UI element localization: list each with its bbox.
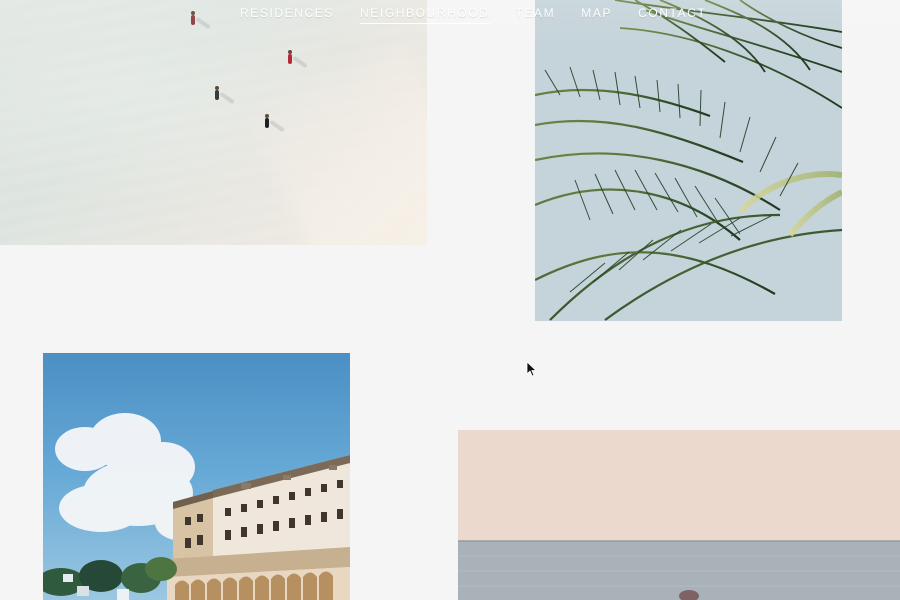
arch	[223, 577, 237, 600]
hotel-photo	[43, 353, 350, 600]
window	[225, 508, 231, 516]
arch	[287, 573, 301, 600]
arch	[303, 572, 317, 600]
chimney	[241, 483, 251, 489]
small-house	[77, 586, 89, 596]
beach-person-body	[288, 54, 292, 64]
arch	[319, 571, 333, 600]
window	[241, 527, 247, 537]
palm-sky	[535, 0, 842, 321]
beach-person-body	[265, 118, 269, 128]
nav-item-neighbourhood[interactable]: NEIGHBOURHOOD	[360, 6, 490, 24]
beach-person	[263, 114, 285, 133]
arch	[207, 578, 221, 600]
chimney	[283, 475, 291, 480]
window	[225, 530, 231, 540]
window	[185, 538, 191, 548]
beach-person-body	[191, 15, 195, 25]
chimney	[329, 465, 337, 470]
beach-person	[213, 86, 235, 105]
nav-item-residences[interactable]: RESIDENCES	[240, 6, 334, 24]
beach-photo	[0, 0, 427, 245]
sunset-sky	[458, 430, 900, 541]
palm-illustration	[535, 0, 842, 321]
sea-illustration	[458, 430, 900, 600]
window	[185, 517, 191, 525]
sea-photo	[458, 430, 900, 600]
arch	[175, 580, 189, 600]
window	[273, 521, 279, 531]
hotel-trees	[43, 557, 177, 600]
window	[273, 496, 279, 504]
main-nav: RESIDENCES NEIGHBOURHOOD TEAM MAP CONTAC…	[240, 6, 706, 24]
palm-photo	[535, 0, 842, 321]
window	[257, 524, 263, 534]
beach-person-body	[215, 90, 219, 100]
window	[337, 480, 343, 488]
page: RESIDENCES NEIGHBOURHOOD TEAM MAP CONTAC…	[0, 0, 900, 600]
cloud	[59, 484, 143, 532]
window	[305, 515, 311, 525]
hotel-illustration	[43, 413, 350, 600]
beach-person	[189, 11, 211, 30]
window	[289, 518, 295, 528]
nav-item-contact[interactable]: CONTACT	[638, 6, 706, 24]
window	[257, 500, 263, 508]
small-house	[63, 574, 73, 582]
nav-item-team[interactable]: TEAM	[516, 6, 556, 24]
arch	[255, 575, 269, 600]
arch	[239, 576, 253, 600]
tree	[145, 557, 177, 581]
arch	[191, 579, 205, 600]
beach-person	[286, 50, 308, 69]
arrow-cursor-icon	[526, 361, 537, 377]
window	[321, 484, 327, 492]
small-house	[117, 589, 129, 600]
arch	[271, 574, 285, 600]
window	[197, 514, 203, 522]
window	[197, 535, 203, 545]
window	[289, 492, 295, 500]
window	[321, 512, 327, 522]
window	[337, 509, 343, 519]
window	[305, 488, 311, 496]
nav-item-map[interactable]: MAP	[581, 6, 612, 24]
window	[241, 504, 247, 512]
